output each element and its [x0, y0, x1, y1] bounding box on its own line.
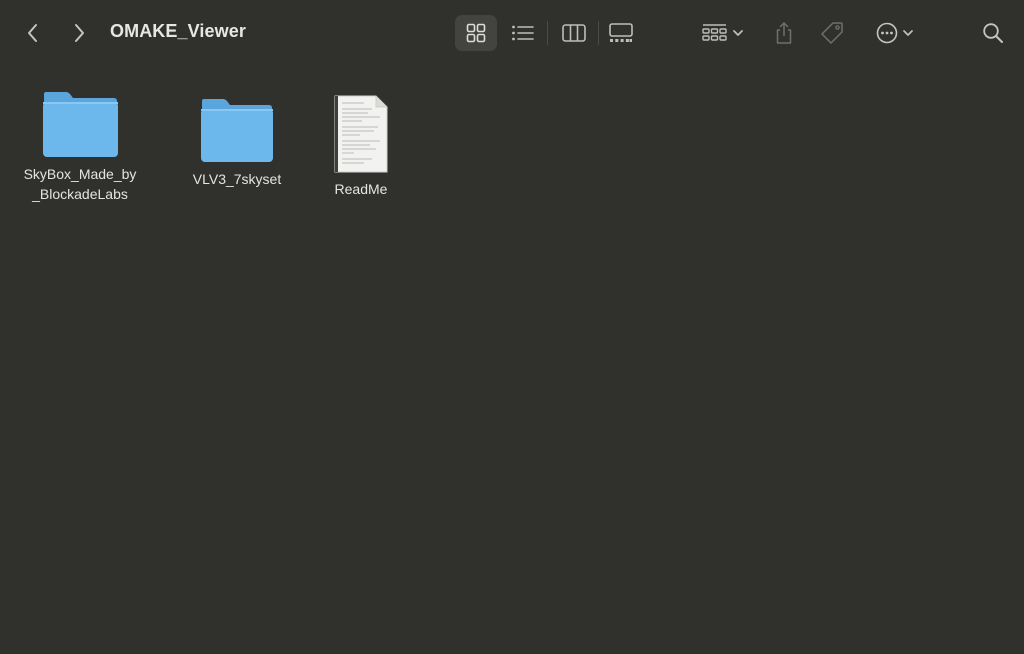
gallery-view-button[interactable]: [602, 15, 640, 51]
view-divider: [547, 21, 548, 45]
share-button[interactable]: [768, 15, 800, 51]
list-icon: [512, 25, 534, 41]
ellipsis-circle-icon: [876, 22, 898, 44]
chevron-down-icon: [733, 30, 743, 36]
tag-button[interactable]: [815, 15, 849, 51]
grid-icon: [466, 23, 486, 43]
column-view-button[interactable]: [555, 15, 593, 51]
file-item-label: SkyBox_Made_by _BlockadeLabs: [23, 166, 137, 202]
search-icon: [983, 23, 1003, 43]
forward-button[interactable]: [68, 21, 90, 45]
group-by-icon: [702, 24, 727, 41]
back-button[interactable]: [22, 21, 44, 45]
tag-icon: [821, 22, 843, 44]
file-item-label: VLV3_7skyset: [192, 171, 282, 187]
folder-icon: [201, 99, 273, 162]
group-by-button[interactable]: [698, 15, 748, 51]
folder-icon: [43, 92, 118, 157]
search-button[interactable]: [978, 17, 1008, 49]
file-item-document[interactable]: ReadMe: [286, 95, 436, 199]
more-actions-button[interactable]: [870, 15, 920, 51]
file-item-folder[interactable]: SkyBox_Made_by _BlockadeLabs: [5, 90, 155, 204]
gallery-icon: [609, 23, 633, 42]
view-divider-2: [598, 21, 599, 45]
columns-icon: [562, 24, 586, 42]
text-document-icon: [334, 95, 388, 173]
chevron-left-icon: [28, 24, 37, 42]
icon-view-button[interactable]: [455, 15, 497, 51]
share-icon: [776, 22, 792, 44]
file-item-label: ReadMe: [334, 181, 388, 197]
window-title: OMAKE_Viewer: [110, 21, 246, 41]
finder-window: OMAKE_Viewer SkyBox_Made_by _BlockadeLab…: [0, 0, 1024, 654]
chevron-right-icon: [75, 24, 84, 42]
list-view-button[interactable]: [504, 15, 542, 51]
chevron-down-icon: [903, 30, 913, 36]
toolbar: OMAKE_Viewer: [0, 0, 1024, 66]
